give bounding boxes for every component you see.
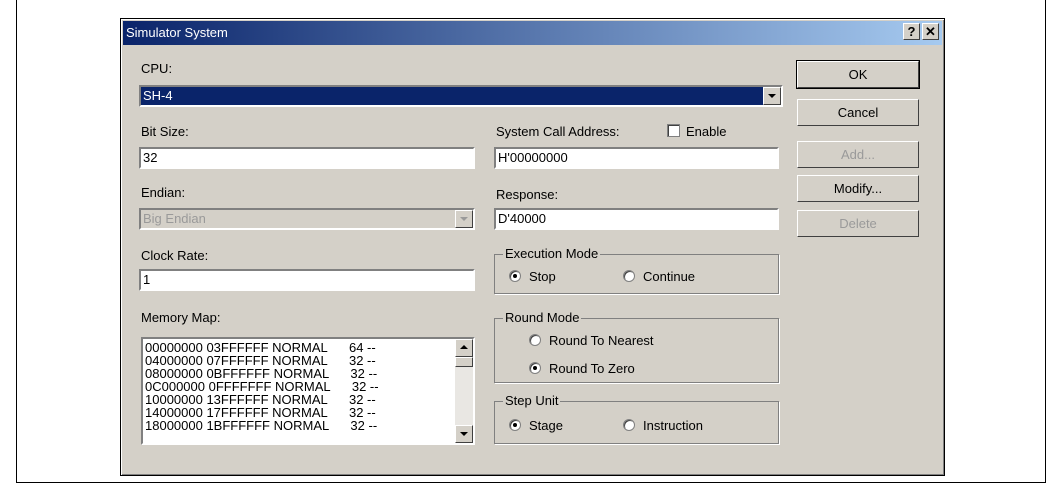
scroll-up-button[interactable]: [455, 339, 473, 357]
title-bar[interactable]: Simulator System ? ✕: [123, 21, 942, 45]
cancel-button[interactable]: Cancel: [797, 99, 919, 126]
system-call-address-label: System Call Address:: [496, 124, 620, 139]
memory-map-scrollbar[interactable]: [455, 339, 473, 443]
endian-value: Big Endian: [143, 211, 206, 226]
enable-label: Enable: [686, 124, 727, 139]
step-unit-label: Step Unit: [503, 393, 561, 408]
radio-stop-label: Stop: [529, 269, 556, 284]
radio-round-to-zero-label: Round To Zero: [549, 361, 635, 376]
radio-round-to-nearest-label: Round To Nearest: [549, 333, 654, 348]
chevron-down-icon: [460, 432, 468, 436]
system-call-address-value: H'00000000: [498, 150, 568, 165]
endian-label: Endian:: [141, 185, 186, 200]
memory-map-list[interactable]: 00000000 03FFFFFF NORMAL 64 -- 04000000 …: [141, 337, 475, 445]
chevron-down-icon: [768, 94, 776, 98]
step-unit-group: Step Unit Stage Instruction: [494, 393, 779, 444]
ok-button[interactable]: OK: [796, 60, 920, 89]
chevron-up-icon: [460, 345, 468, 349]
radio-selected-icon: [509, 270, 521, 282]
memory-map-label: Memory Map:: [141, 310, 221, 325]
radio-continue[interactable]: Continue: [623, 269, 695, 284]
response-value: D'40000: [498, 211, 547, 226]
clock-rate-input[interactable]: 1: [139, 269, 475, 291]
chevron-down-icon: [460, 217, 468, 221]
bit-size-value: 32: [143, 150, 158, 165]
radio-instruction[interactable]: Instruction: [623, 418, 703, 433]
radio-stage[interactable]: Stage: [509, 418, 563, 433]
clock-rate-label: Clock Rate:: [141, 248, 209, 263]
modify-button[interactable]: Modify...: [797, 175, 919, 202]
close-button[interactable]: ✕: [922, 23, 939, 40]
system-call-address-input[interactable]: H'00000000: [494, 147, 779, 169]
cpu-value: SH-4: [143, 88, 173, 103]
response-input[interactable]: D'40000: [494, 208, 779, 230]
cpu-label: CPU:: [141, 61, 173, 76]
radio-icon: [623, 419, 635, 431]
radio-round-to-zero[interactable]: Round To Zero: [529, 361, 635, 376]
radio-round-to-nearest[interactable]: Round To Nearest: [529, 333, 654, 348]
radio-continue-label: Continue: [643, 269, 696, 284]
bit-size-label: Bit Size:: [141, 124, 189, 139]
clock-rate-value: 1: [143, 272, 151, 287]
bit-size-input[interactable]: 32: [139, 147, 475, 169]
response-label: Response:: [496, 187, 559, 202]
scroll-down-button[interactable]: [455, 425, 473, 443]
radio-selected-icon: [509, 419, 521, 431]
radio-instruction-label: Instruction: [643, 418, 703, 433]
radio-stop[interactable]: Stop: [509, 269, 556, 284]
round-mode-label: Round Mode: [503, 310, 582, 325]
radio-selected-icon: [529, 362, 541, 374]
radio-icon: [529, 334, 541, 346]
execution-mode-label: Execution Mode: [503, 246, 601, 261]
endian-dropdown-button[interactable]: [455, 210, 473, 228]
radio-icon: [623, 270, 635, 282]
checkbox-icon: [667, 124, 680, 137]
cpu-select[interactable]: SH-4: [139, 85, 783, 107]
endian-select[interactable]: Big Endian: [139, 208, 475, 230]
delete-button[interactable]: Delete: [797, 210, 919, 237]
window-title: Simulator System: [126, 25, 228, 40]
cpu-dropdown-button[interactable]: [763, 87, 781, 105]
list-item[interactable]: 18000000 1BFFFFFF NORMAL 32 --: [145, 419, 377, 432]
add-button[interactable]: Add...: [797, 141, 919, 168]
round-mode-group: Round Mode Round To Nearest Round To Zer…: [494, 310, 779, 383]
help-button[interactable]: ?: [903, 23, 920, 40]
scroll-thumb[interactable]: [455, 357, 473, 367]
radio-stage-label: Stage: [529, 418, 563, 433]
execution-mode-group: Execution Mode Stop Continue: [494, 246, 779, 294]
simulator-system-dialog: Simulator System ? ✕ CPU: SH-4 Bit Size:…: [120, 18, 945, 476]
enable-checkbox[interactable]: Enable: [667, 124, 726, 139]
